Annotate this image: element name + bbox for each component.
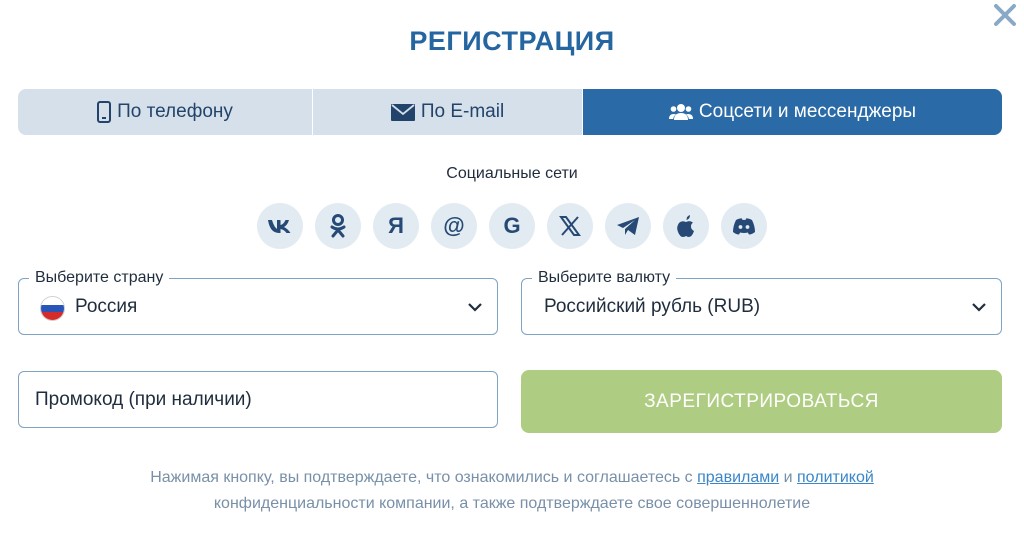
tab-phone-label: По телефону bbox=[117, 101, 233, 122]
telegram-icon bbox=[617, 217, 639, 235]
promo-code-input[interactable] bbox=[18, 371, 498, 428]
envelope-icon bbox=[390, 103, 415, 121]
disclaimer-prefix: Нажимая кнопку, вы подтверждаете, что оз… bbox=[150, 469, 698, 486]
country-select[interactable]: Выберите страну Россия bbox=[18, 268, 498, 335]
rules-link[interactable]: правилами bbox=[697, 469, 779, 486]
page-title: РЕГИСТРАЦИЯ bbox=[409, 26, 615, 56]
discord-button[interactable] bbox=[721, 203, 767, 249]
disclaimer: Нажимая кнопку, вы подтверждаете, что оз… bbox=[0, 465, 1024, 517]
tab-phone[interactable]: По телефону bbox=[18, 89, 313, 135]
yandex-icon: Я bbox=[388, 213, 404, 238]
tab-email[interactable]: По E-mail bbox=[313, 89, 583, 135]
google-icon: G bbox=[503, 213, 521, 238]
disclaimer-suffix: конфиденциальности компании, а также под… bbox=[213, 495, 811, 512]
register-button[interactable]: ЗАРЕГИСТРИРОВАТЬСЯ bbox=[521, 370, 1002, 433]
currency-legend: Выберите валюту bbox=[532, 268, 677, 288]
mail-ru-icon: @ bbox=[443, 213, 465, 238]
tab-email-label: По E-mail bbox=[420, 101, 505, 122]
apple-button[interactable] bbox=[663, 203, 709, 249]
chevron-down-icon bbox=[972, 303, 986, 312]
phone-icon bbox=[97, 101, 112, 123]
tab-social-label: Соцсети и мессенджеры bbox=[698, 101, 917, 122]
currency-value: Российский рубль (RUB) bbox=[544, 296, 761, 317]
country-value: Россия bbox=[75, 296, 138, 317]
social-buttons: Я @ G bbox=[0, 203, 1024, 249]
country-legend: Выберите страну bbox=[29, 268, 170, 288]
vk-button[interactable] bbox=[257, 203, 303, 249]
currency-select[interactable]: Выберите валюту Российский рубль (RUB) bbox=[521, 268, 1002, 335]
disclaimer-and: и bbox=[779, 469, 798, 486]
yandex-button[interactable]: Я bbox=[373, 203, 419, 249]
russia-flag-icon bbox=[40, 296, 65, 321]
vk-icon bbox=[268, 220, 291, 233]
google-button[interactable]: G bbox=[489, 203, 535, 249]
odnoklassniki-icon bbox=[330, 214, 346, 238]
discord-icon bbox=[733, 218, 755, 235]
apple-icon bbox=[677, 215, 694, 237]
mail-ru-button[interactable]: @ bbox=[431, 203, 477, 249]
close-icon[interactable] bbox=[992, 2, 1018, 28]
telegram-button[interactable] bbox=[605, 203, 651, 249]
users-icon bbox=[668, 103, 693, 121]
x-icon bbox=[559, 216, 581, 236]
x-button[interactable] bbox=[547, 203, 593, 249]
social-networks-label: Социальные сети bbox=[446, 165, 578, 182]
registration-tabs: По телефону По E-mail Соцсети и мессендж… bbox=[18, 89, 1002, 135]
chevron-down-icon bbox=[468, 303, 482, 312]
policy-link[interactable]: политикой bbox=[797, 469, 874, 486]
tab-social[interactable]: Соцсети и мессенджеры bbox=[583, 89, 1002, 135]
odnoklassniki-button[interactable] bbox=[315, 203, 361, 249]
